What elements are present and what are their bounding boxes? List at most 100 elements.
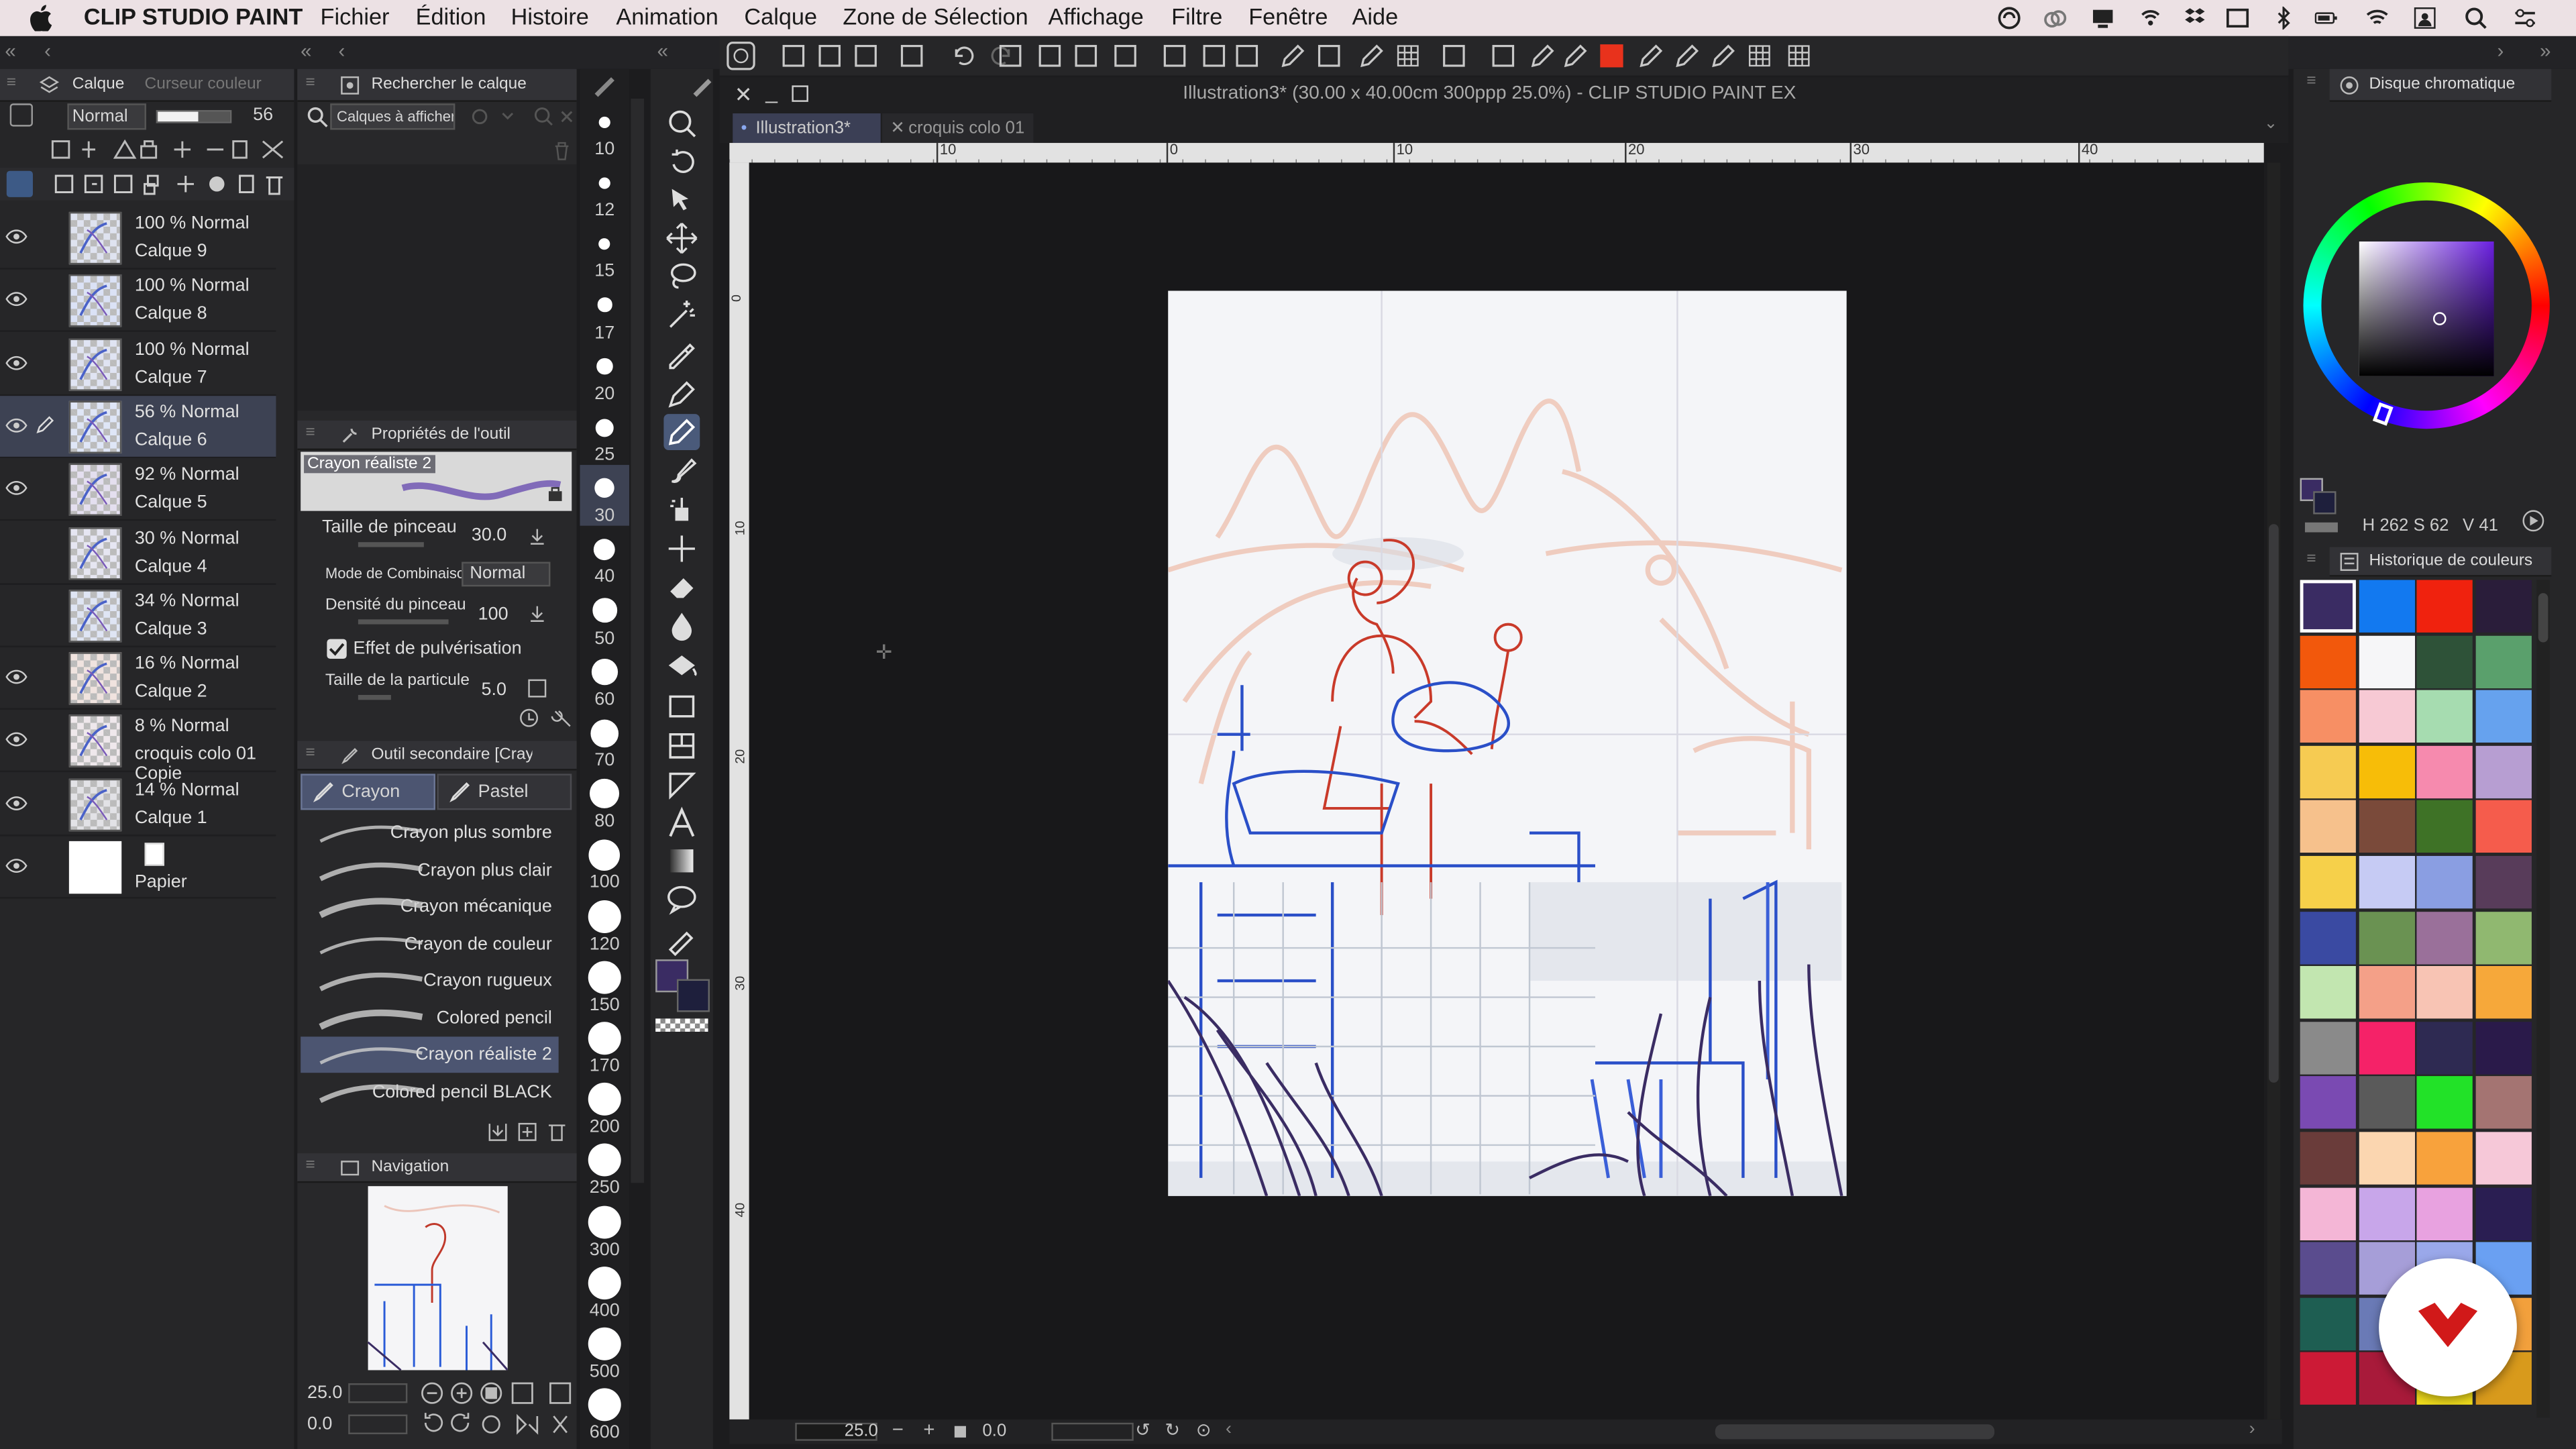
- invert-icon[interactable]: [1199, 41, 1229, 70]
- minimize-document-icon[interactable]: _: [765, 79, 777, 104]
- fit-icon[interactable]: [954, 1426, 967, 1438]
- balloon-tool[interactable]: [663, 881, 700, 917]
- color-swatch[interactable]: [2416, 966, 2473, 1019]
- pencil-alt-icon[interactable]: [1709, 41, 1738, 70]
- brush-size-item[interactable]: 500: [580, 1321, 629, 1382]
- tab-crayon[interactable]: Crayon: [301, 773, 435, 810]
- rotate-tool[interactable]: [663, 145, 700, 181]
- brush-size-item[interactable]: 12: [580, 160, 629, 221]
- display-icon[interactable]: [2092, 7, 2114, 30]
- trash-icon[interactable]: [552, 142, 572, 161]
- menu-affichage[interactable]: Affichage: [1048, 3, 1143, 30]
- battery-icon[interactable]: [2314, 7, 2338, 30]
- brush-size-item[interactable]: 150: [580, 954, 629, 1015]
- control-center-icon[interactable]: [2514, 7, 2536, 30]
- visibility-eye-icon[interactable]: [5, 857, 28, 873]
- lasso-tool[interactable]: [663, 258, 700, 294]
- fill-tool[interactable]: [663, 649, 700, 685]
- layer-row[interactable]: 34 % Normal Calque 3: [0, 584, 276, 647]
- layer-row[interactable]: 100 % Normal Calque 9: [0, 207, 276, 270]
- color-swatch[interactable]: [2300, 1132, 2356, 1185]
- layer-row[interactable]: 14 % Normal Calque 1: [0, 773, 276, 836]
- brush-size-adjust-icon[interactable]: [527, 526, 547, 545]
- color-swatch[interactable]: [2416, 1132, 2473, 1185]
- color-swatch[interactable]: [2416, 800, 2473, 853]
- undo-icon[interactable]: [950, 41, 979, 70]
- ruler-tool[interactable]: [663, 767, 700, 804]
- navigator-preview[interactable]: [367, 1186, 508, 1371]
- menu-zone-selection[interactable]: Zone de Sélection: [843, 3, 1028, 30]
- visibility-eye-icon[interactable]: [5, 354, 28, 370]
- navigator-angle-value[interactable]: 0.0: [307, 1415, 332, 1434]
- color-swatch[interactable]: [2416, 745, 2473, 798]
- color-swatch[interactable]: [2416, 911, 2473, 964]
- opacity-slider[interactable]: [156, 110, 232, 123]
- color-swatch[interactable]: [2358, 580, 2414, 633]
- app-menu[interactable]: CLIP STUDIO PAINT: [84, 3, 303, 30]
- color-swatch[interactable]: [2475, 1077, 2531, 1130]
- color-swatch[interactable]: [2358, 966, 2414, 1019]
- marker-icon[interactable]: [1636, 41, 1666, 70]
- color-swatch[interactable]: [2300, 580, 2356, 633]
- close-tab-icon[interactable]: ✕: [890, 113, 905, 143]
- select-icon[interactable]: [1035, 41, 1065, 70]
- visibility-eye-icon[interactable]: [5, 480, 28, 496]
- brush-size-item[interactable]: 80: [580, 771, 629, 832]
- tab-pastel[interactable]: Pastel: [437, 773, 572, 810]
- color-swatch[interactable]: [2475, 911, 2531, 964]
- brush-item[interactable]: Colored pencil BLACK: [301, 1073, 558, 1110]
- blend-tool[interactable]: [663, 608, 700, 644]
- sub-color-chip[interactable]: [676, 979, 710, 1012]
- layer-row[interactable]: 8 % Normal croquis colo 01 Copie: [0, 710, 276, 784]
- brush-size-value[interactable]: 30.0: [472, 526, 506, 545]
- spotlight-icon[interactable]: [2464, 7, 2487, 30]
- tab-color-cursor[interactable]: Curseur couleur: [145, 76, 286, 94]
- color-swatch[interactable]: [2416, 580, 2473, 633]
- brush-size-item[interactable]: 250: [580, 1138, 629, 1198]
- print-icon[interactable]: [897, 41, 926, 70]
- color-swatch[interactable]: [2300, 690, 2356, 743]
- brush-size-item[interactable]: 400: [580, 1260, 629, 1320]
- blend-mode-select[interactable]: Normal: [67, 103, 146, 130]
- color-swatch[interactable]: [2358, 911, 2414, 964]
- color-swatch[interactable]: [2300, 1021, 2356, 1075]
- brush-item[interactable]: Crayon réaliste 2: [301, 1036, 559, 1073]
- decoration-tool[interactable]: [663, 531, 700, 567]
- crop-icon[interactable]: [1232, 41, 1262, 70]
- brush-tool[interactable]: [663, 453, 700, 490]
- object-tool[interactable]: [663, 182, 700, 219]
- color-swatch[interactable]: [2300, 1077, 2356, 1130]
- brush-item[interactable]: Crayon plus clair: [301, 852, 558, 888]
- brush-item[interactable]: Colored pencil: [301, 1000, 558, 1036]
- color-swatch[interactable]: [2358, 745, 2414, 798]
- layer-mode-icon[interactable]: [6, 170, 33, 197]
- color-swatch[interactable]: [2358, 690, 2414, 743]
- color-swatch[interactable]: [2475, 1132, 2531, 1185]
- brush-size-item[interactable]: 20: [580, 343, 629, 404]
- collapse-icon[interactable]: «: [657, 40, 668, 62]
- pen-nib-active-icon[interactable]: [1561, 41, 1591, 70]
- deselect-icon[interactable]: [1160, 41, 1189, 70]
- lock-icon[interactable]: [547, 484, 564, 501]
- color-swatch[interactable]: [2358, 635, 2414, 688]
- brush-line-icon[interactable]: [1357, 41, 1387, 70]
- brush-size-item[interactable]: 170: [580, 1015, 629, 1076]
- menu-aide[interactable]: Aide: [1352, 3, 1399, 30]
- visibility-eye-icon[interactable]: [5, 795, 28, 811]
- color-swatch[interactable]: [2475, 966, 2531, 1019]
- settings-sun-icon[interactable]: [996, 41, 1025, 70]
- wifi-icon[interactable]: [2366, 7, 2389, 30]
- color-swatch[interactable]: [2475, 1187, 2531, 1240]
- move-tool[interactable]: [663, 220, 700, 256]
- color-swatch[interactable]: [2416, 1021, 2473, 1075]
- color-panel-transparent-chip[interactable]: [2304, 522, 2338, 533]
- filter-options-icon[interactable]: [470, 105, 578, 128]
- tab-croquis-colo-01[interactable]: ✕ croquis colo 01: [882, 113, 1034, 144]
- color-swatch[interactable]: [2358, 855, 2414, 909]
- color-swatch[interactable]: [2475, 745, 2531, 798]
- menu-edition[interactable]: Édition: [416, 3, 486, 30]
- color-mode-icon[interactable]: [2522, 509, 2544, 532]
- brush-size-item[interactable]: 15: [580, 221, 629, 282]
- scroll-right-icon[interactable]: ›: [2249, 1419, 2255, 1439]
- brush-size-item[interactable]: 70: [580, 710, 629, 771]
